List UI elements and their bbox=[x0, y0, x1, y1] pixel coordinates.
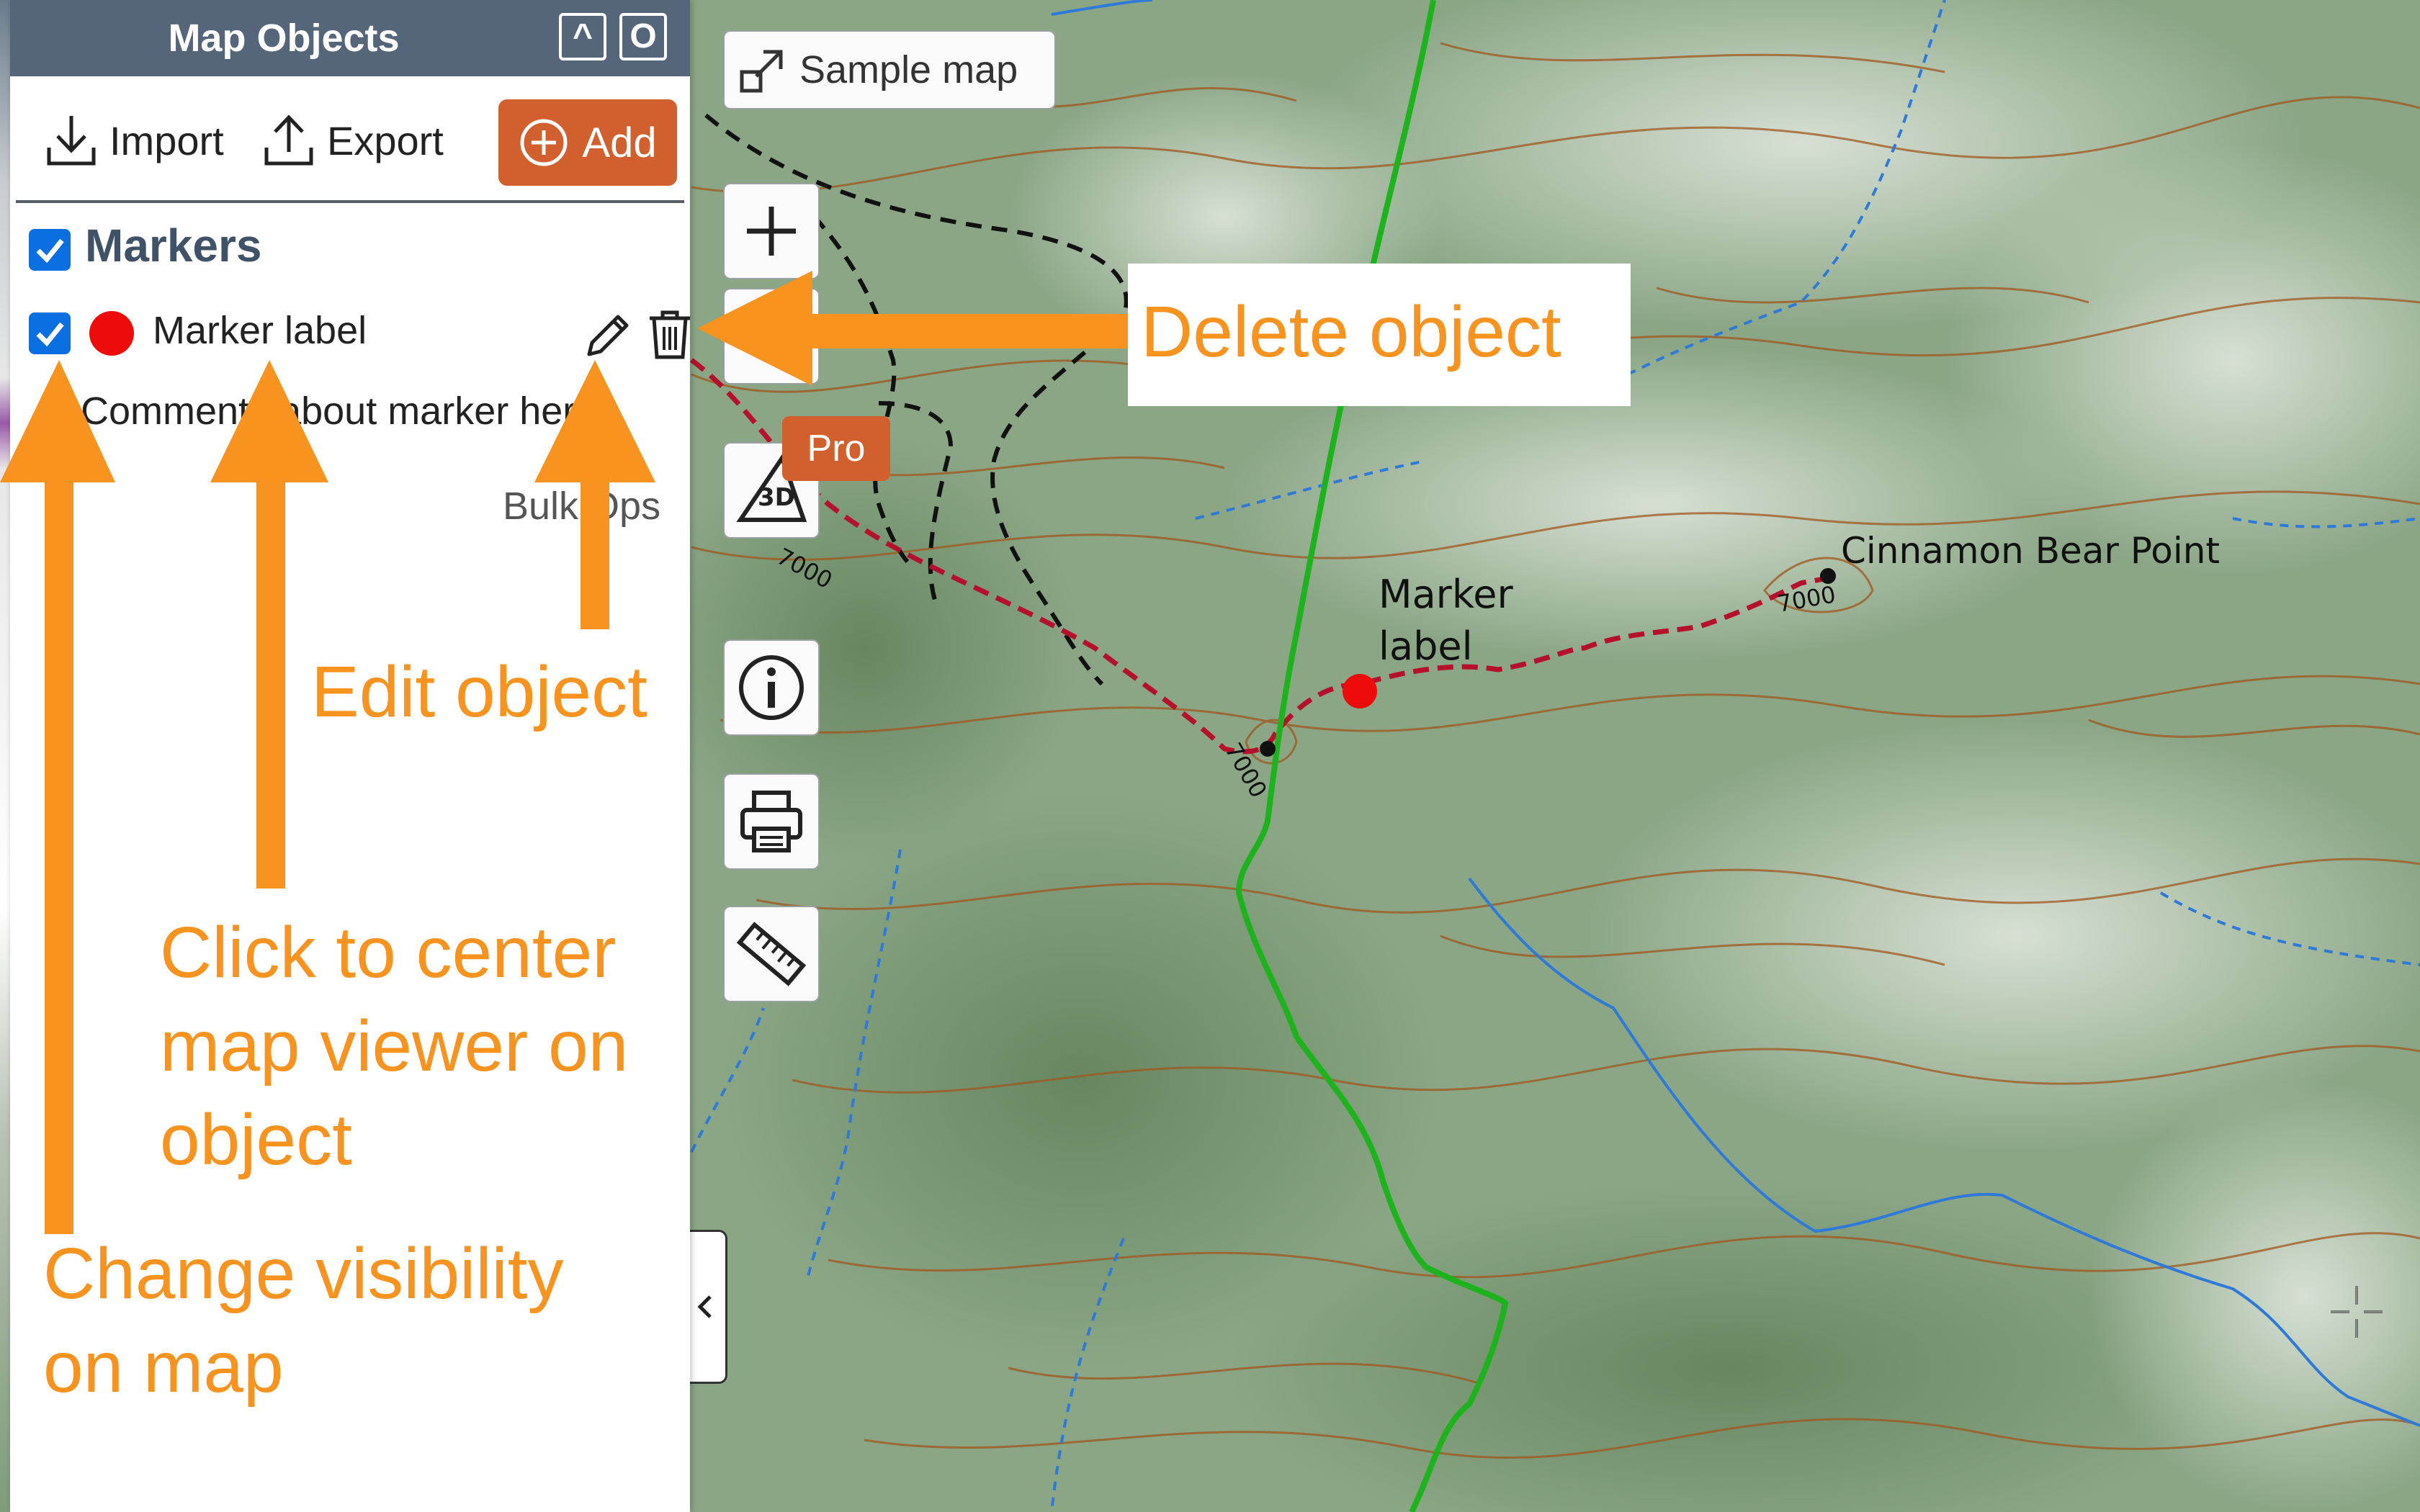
panel-toggle-button[interactable] bbox=[684, 1230, 727, 1384]
pro-badge: Pro bbox=[782, 416, 890, 481]
collapse-panel-button[interactable]: ^ bbox=[559, 13, 606, 60]
printer-icon bbox=[740, 791, 802, 852]
upload-icon bbox=[264, 114, 313, 166]
checkmark-icon bbox=[36, 238, 64, 264]
divider bbox=[16, 200, 684, 203]
info-icon bbox=[739, 655, 804, 720]
add-label: Add bbox=[582, 119, 657, 166]
marker-color-dot bbox=[89, 311, 134, 356]
info-button[interactable] bbox=[723, 639, 820, 736]
download-icon bbox=[47, 116, 96, 166]
checkmark-icon bbox=[36, 322, 64, 347]
markers-group-title[interactable]: Markers bbox=[85, 219, 262, 272]
pencil-icon[interactable] bbox=[583, 308, 635, 364]
export-button[interactable]: Export bbox=[264, 94, 444, 187]
print-button[interactable] bbox=[723, 773, 820, 870]
minus-icon bbox=[747, 333, 796, 339]
panel-header: Map Objects ^ O bbox=[10, 0, 690, 76]
sample-map-button[interactable]: Sample map bbox=[723, 30, 1056, 109]
maximize-panel-button[interactable]: O bbox=[619, 13, 667, 60]
markers-group-checkbox[interactable] bbox=[29, 229, 71, 271]
annotation-edit: Edit object bbox=[311, 652, 647, 732]
trash-icon[interactable] bbox=[647, 308, 693, 364]
zoom-out-button[interactable] bbox=[723, 288, 820, 384]
export-label: Export bbox=[327, 117, 444, 163]
background-window-edge bbox=[0, 0, 10, 1512]
plus-icon bbox=[747, 207, 796, 256]
bulk-ops-link[interactable]: Bulk Ops bbox=[503, 484, 660, 528]
import-button[interactable]: Import bbox=[46, 94, 224, 187]
import-label: Import bbox=[109, 117, 224, 163]
marker-comment: Comments about marker here bbox=[81, 390, 598, 433]
plus-circle-icon bbox=[520, 119, 568, 166]
marker-visibility-checkbox[interactable] bbox=[29, 312, 71, 354]
expand-icon bbox=[740, 50, 783, 93]
svg-text:3D: 3D bbox=[758, 483, 795, 512]
annotation-delete: Delete object bbox=[1141, 292, 1561, 372]
peak-label: Cinnamon Bear Point bbox=[1841, 530, 2220, 572]
annotation-center: Click to center map viewer on object bbox=[160, 912, 629, 1180]
annotation-visibility: Change visibility on map bbox=[43, 1233, 564, 1408]
add-button[interactable]: Add bbox=[498, 99, 677, 186]
ruler-icon bbox=[737, 922, 806, 986]
measure-button[interactable] bbox=[723, 906, 820, 1002]
sample-map-label: Sample map bbox=[799, 48, 1018, 91]
chevron-left-icon bbox=[696, 1295, 712, 1318]
zoom-in-button[interactable] bbox=[723, 183, 820, 279]
panel-title: Map Objects bbox=[168, 17, 400, 60]
crosshair-cursor-icon bbox=[2328, 1283, 2385, 1344]
panel-toolbar: Import Export Add bbox=[10, 94, 690, 187]
marker-label-link[interactable]: Marker label bbox=[153, 308, 367, 353]
map-marker-label: Marker label bbox=[1379, 572, 1513, 669]
